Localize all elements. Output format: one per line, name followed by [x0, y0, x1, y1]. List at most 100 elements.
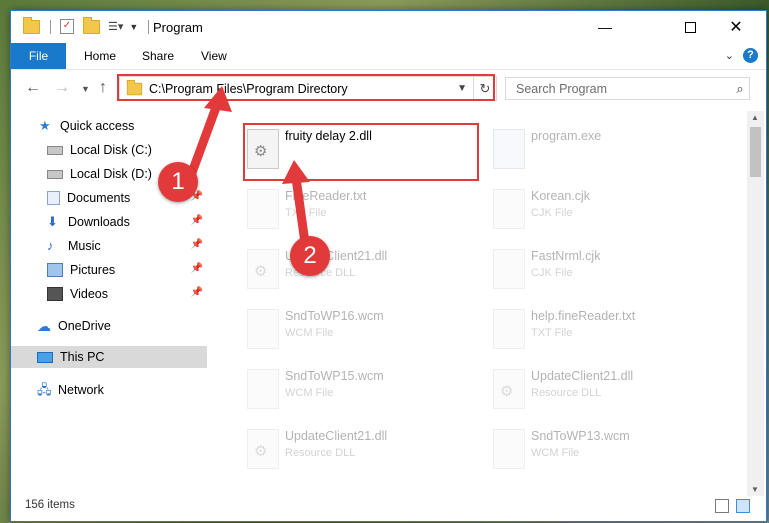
- toolbar-divider: [50, 19, 51, 34]
- sidebar-item-label: Documents: [67, 191, 131, 205]
- file-icon: [493, 189, 525, 229]
- pc-icon: [37, 351, 53, 363]
- search-icon[interactable]: ⌕: [731, 81, 749, 97]
- file-item[interactable]: SndToWP13.wcm WCM File: [483, 425, 718, 473]
- properties-icon[interactable]: ✓: [60, 19, 74, 34]
- file-item[interactable]: fruity delay 2.dll: [237, 125, 472, 173]
- dll-gear-icon: [247, 129, 279, 169]
- back-arrow-icon[interactable]: ←: [25, 79, 41, 97]
- file-icon: [493, 429, 525, 469]
- file-name: FastNrml.cjk: [531, 249, 601, 263]
- new-folder-icon[interactable]: [83, 16, 100, 34]
- file-item[interactable]: SndToWP15.wcm WCM File: [237, 365, 472, 413]
- sidebar-item-network[interactable]: 🖧 Network: [11, 379, 207, 401]
- sidebar-item-music[interactable]: ♪ Music 📌: [11, 235, 207, 257]
- file-type: WCM File: [285, 327, 334, 339]
- file-item[interactable]: program.exe: [483, 125, 718, 173]
- status-bar: 156 items: [11, 495, 766, 519]
- sidebar-item-local-disk-c[interactable]: Local Disk (C:): [11, 139, 207, 161]
- sidebar-item-videos[interactable]: Videos 📌: [11, 283, 207, 305]
- videos-icon: [47, 287, 63, 301]
- file-item[interactable]: Korean.cjk CJK File: [483, 185, 718, 233]
- scroll-up-icon[interactable]: ▲: [751, 113, 759, 122]
- chevron-down-icon[interactable]: ▼: [457, 83, 467, 94]
- file-item[interactable]: UpdateClient21.dll Resource DLL: [237, 425, 472, 473]
- pin-icon[interactable]: 📌: [191, 239, 203, 250]
- file-item[interactable]: UpdateClient21.dll Resource DLL: [483, 365, 718, 413]
- sidebar-item-this-pc[interactable]: This PC: [11, 346, 207, 368]
- dll-gear-icon: [247, 429, 279, 469]
- recent-locations-icon[interactable]: ▼: [81, 84, 90, 94]
- txt-icon: [493, 309, 525, 349]
- search-input[interactable]: [514, 80, 731, 97]
- file-type: TXT File: [531, 327, 573, 339]
- forward-arrow-icon[interactable]: →: [54, 79, 70, 97]
- file-type: WCM File: [285, 387, 334, 399]
- ribbon: File Home Share View ⌄ ?: [11, 43, 766, 70]
- maximize-icon: [684, 21, 696, 33]
- toolbar-divider: [148, 19, 150, 34]
- exe-icon: [493, 129, 525, 169]
- file-name: SndToWP13.wcm: [531, 429, 630, 443]
- tab-file[interactable]: File: [11, 43, 66, 69]
- file-name: UpdateClient21.dll: [285, 429, 388, 443]
- txt-icon: [247, 189, 279, 229]
- file-item[interactable]: SndToWP16.wcm WCM File: [237, 305, 472, 353]
- expand-ribbon-icon[interactable]: ⌄: [725, 49, 734, 62]
- file-name: program.exe: [531, 129, 602, 143]
- file-name: UpdateClient21.dll: [531, 369, 634, 383]
- refresh-icon[interactable]: ↻: [473, 77, 496, 100]
- address-bar[interactable]: C:\Program Files\Program Directory ▼ ↻: [119, 76, 497, 101]
- tab-view[interactable]: View: [201, 49, 227, 63]
- sidebar-item-label: Music: [68, 239, 101, 253]
- up-arrow-icon[interactable]: ↑: [99, 79, 107, 97]
- customize-toolbar-icon[interactable]: ☰▾: [108, 20, 123, 33]
- sidebar-item-pictures[interactable]: Pictures 📌: [11, 259, 207, 281]
- large-icons-view-icon[interactable]: [736, 499, 750, 513]
- sidebar-item-label: Videos: [70, 287, 108, 301]
- file-icon: [247, 309, 279, 349]
- title-bar: ✓ ☰▾ ▼ Program — ✕: [11, 11, 766, 43]
- quick-access-toolbar: ✓ ☰▾ ▼: [23, 16, 150, 34]
- sidebar-item-onedrive[interactable]: ☁ OneDrive: [11, 315, 207, 337]
- address-path[interactable]: C:\Program Files\Program Directory: [149, 82, 457, 96]
- scroll-down-icon[interactable]: ▼: [751, 485, 759, 494]
- pin-icon[interactable]: 📌: [191, 287, 203, 298]
- file-item[interactable]: UpdateClient21.dll Resource DLL: [237, 245, 472, 293]
- vertical-scrollbar[interactable]: ▲ ▼: [747, 111, 764, 496]
- sidebar-item-label: This PC: [60, 350, 105, 364]
- navigation-bar: ← → ▼ ↑ C:\Program Files\Program Directo…: [11, 71, 766, 105]
- chevron-down-icon[interactable]: ▼: [129, 22, 138, 32]
- pin-icon[interactable]: 📌: [191, 263, 203, 274]
- help-icon[interactable]: ?: [743, 48, 758, 63]
- close-button[interactable]: ✕: [713, 11, 759, 43]
- file-list: fruity delay 2.dll program.exe FineReade…: [217, 111, 747, 496]
- search-box[interactable]: ⌕: [505, 77, 750, 100]
- details-view-icon[interactable]: [715, 499, 729, 513]
- sidebar-item-label: Local Disk (C:): [70, 143, 152, 157]
- file-item[interactable]: FastNrml.cjk CJK File: [483, 245, 718, 293]
- file-name: help.fineReader.txt: [531, 309, 636, 323]
- step-2-badge: 2: [290, 236, 330, 276]
- file-item[interactable]: help.fineReader.txt TXT File: [483, 305, 718, 353]
- maximize-button[interactable]: [667, 11, 713, 43]
- file-name: FineReader.txt: [285, 189, 367, 203]
- sidebar-item-downloads[interactable]: ⬇ Downloads 📌: [11, 211, 207, 233]
- disk-icon: [47, 169, 63, 179]
- tab-share[interactable]: Share: [142, 49, 174, 63]
- star-icon: ★: [39, 118, 51, 133]
- step-1-badge: 1: [158, 162, 198, 202]
- tab-home[interactable]: Home: [84, 49, 116, 63]
- file-name: SndToWP16.wcm: [285, 309, 384, 323]
- folder-icon: [126, 79, 143, 95]
- minimize-button[interactable]: —: [582, 11, 628, 43]
- network-icon: 🖧: [37, 382, 52, 397]
- pin-icon[interactable]: 📌: [191, 215, 203, 226]
- file-item[interactable]: FineReader.txt TXT File: [237, 185, 472, 233]
- sidebar-item-label: Quick access: [60, 119, 135, 133]
- sidebar-item-label: Network: [58, 383, 104, 397]
- sidebar-item-quick-access[interactable]: ★ Quick access: [11, 115, 207, 137]
- folder-icon[interactable]: [23, 16, 40, 34]
- scroll-thumb[interactable]: [750, 127, 761, 177]
- file-type: Resource DLL: [531, 387, 602, 399]
